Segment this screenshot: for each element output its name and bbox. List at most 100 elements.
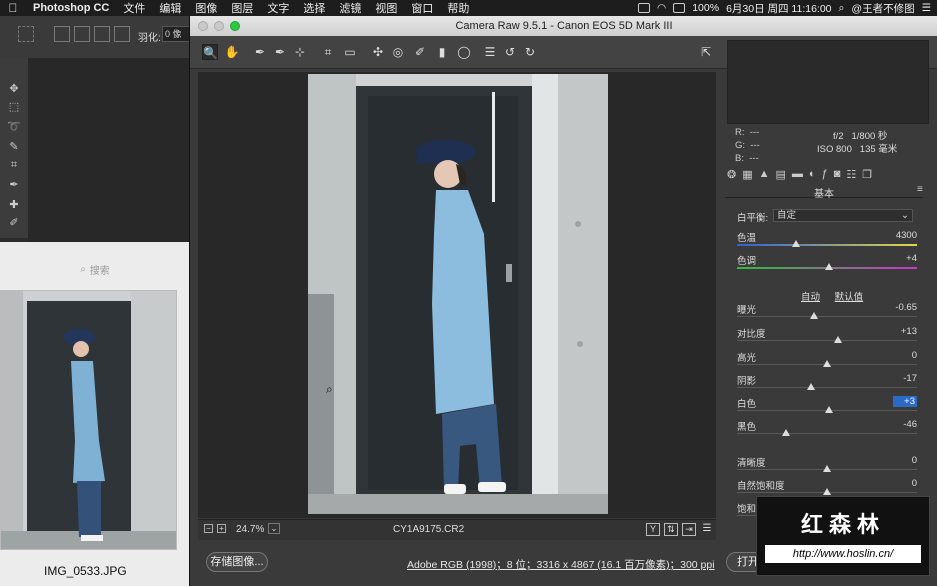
marquee-tool-icon[interactable]: ⬚ xyxy=(7,100,21,114)
apple-menu-icon[interactable]:  xyxy=(0,1,26,15)
menu-window[interactable]: 窗口 xyxy=(404,0,440,16)
battery-icon[interactable] xyxy=(673,3,686,13)
crop-tool-icon[interactable]: ⌗ xyxy=(7,158,21,172)
slider-track[interactable] xyxy=(737,433,917,434)
adjustment-brush-icon[interactable]: ✐ xyxy=(412,44,428,60)
swap-settings-icon[interactable]: ⇅ xyxy=(664,523,678,536)
slider-handle[interactable] xyxy=(781,429,790,436)
hsl-tab-icon[interactable]: ▤ xyxy=(776,168,786,181)
menu-layer[interactable]: 图层 xyxy=(224,0,260,16)
add-selection-icon[interactable] xyxy=(74,26,90,42)
toggle-settings-icon[interactable]: ☰ xyxy=(700,523,714,536)
split-toning-tab-icon[interactable]: ▬ xyxy=(792,168,803,180)
slider-value-field[interactable]: -17 xyxy=(897,373,917,384)
snapshots-tab-icon[interactable]: ❐ xyxy=(862,168,872,181)
feather-input[interactable]: 0 像素 xyxy=(162,26,190,42)
image-thumbnail[interactable] xyxy=(0,290,177,550)
slider-handle[interactable] xyxy=(792,240,801,247)
slider-handle[interactable] xyxy=(824,263,833,270)
slider-value-field[interactable]: +3 xyxy=(893,396,917,407)
slider-handle[interactable] xyxy=(806,383,815,390)
brush-tool-icon[interactable]: ✐ xyxy=(7,216,21,230)
clock[interactable]: 6月30日 周四 11:16:00 xyxy=(726,1,831,16)
slider-handle[interactable] xyxy=(833,336,842,343)
slider-value-field[interactable]: +13 xyxy=(897,326,917,337)
save-image-button[interactable]: 存储图像... xyxy=(206,552,268,572)
straighten-tool-icon[interactable]: ▭ xyxy=(342,44,358,60)
fullscreen-icon[interactable]: ⇱ xyxy=(698,44,714,60)
new-selection-icon[interactable] xyxy=(54,26,70,42)
detail-tab-icon[interactable]: ▲ xyxy=(759,168,770,180)
menu-filter[interactable]: 滤镜 xyxy=(332,0,368,16)
slider-track[interactable] xyxy=(737,387,917,388)
image-preview[interactable]: ⌕ xyxy=(198,72,716,518)
eyedropper-tool-icon[interactable]: ✒ xyxy=(7,178,21,192)
red-eye-icon[interactable]: ◎ xyxy=(390,44,406,60)
slider-track[interactable] xyxy=(737,340,917,341)
menu-view[interactable]: 视图 xyxy=(368,0,404,16)
fx-tab-icon[interactable]: ƒ xyxy=(822,168,828,180)
slider-value-field[interactable]: 0 xyxy=(897,478,917,489)
screen-icon[interactable] xyxy=(638,3,651,13)
white-balance-tool-icon[interactable]: ✒ xyxy=(252,44,268,60)
slider-value-field[interactable]: 0 xyxy=(897,455,917,466)
menu-edit[interactable]: 编辑 xyxy=(152,0,188,16)
slider-value-field[interactable]: 4300 xyxy=(896,230,917,241)
menu-app-name[interactable]: Photoshop CC xyxy=(26,2,116,14)
lens-tab-icon[interactable]: ◐ xyxy=(809,168,816,180)
wifi-icon[interactable]: ◠ xyxy=(657,2,666,14)
hand-tool-icon[interactable]: ✋ xyxy=(224,44,240,60)
subtract-selection-icon[interactable] xyxy=(94,26,110,42)
healing-tool-icon[interactable]: ✚ xyxy=(7,198,21,212)
rotate-left-icon[interactable]: ↺ xyxy=(502,44,518,60)
menu-file[interactable]: 文件 xyxy=(116,0,152,16)
zoom-in-button[interactable]: + xyxy=(217,524,226,533)
quick-select-tool-icon[interactable]: ✎ xyxy=(7,140,21,154)
zoom-tool-icon[interactable]: 🔍 xyxy=(202,44,218,60)
slider-value-field[interactable]: -46 xyxy=(897,419,917,430)
white-balance-select[interactable]: 自定 ⌄ xyxy=(773,209,913,222)
zoom-window-button[interactable] xyxy=(230,21,240,31)
search-icon[interactable]: ⌕ xyxy=(839,2,845,15)
zoom-out-button[interactable]: − xyxy=(204,524,213,533)
radial-filter-icon[interactable]: ◯ xyxy=(456,44,472,60)
presets-tab-icon[interactable]: ☷ xyxy=(846,168,856,181)
preferences-icon[interactable]: ☰ xyxy=(482,44,498,60)
spot-removal-icon[interactable]: ✣ xyxy=(370,44,386,60)
zoom-dropdown[interactable]: ⌄ xyxy=(268,523,280,534)
lasso-tool-icon[interactable]: ➰ xyxy=(7,120,21,134)
menu-image[interactable]: 图像 xyxy=(188,0,224,16)
slider-handle[interactable] xyxy=(823,360,831,367)
slider-handle[interactable] xyxy=(824,406,833,413)
slider-track[interactable] xyxy=(737,316,917,317)
intersect-selection-icon[interactable] xyxy=(114,26,130,42)
slider-value-field[interactable]: +4 xyxy=(897,253,917,264)
slider-value-field[interactable]: 0 xyxy=(897,350,917,361)
tone-curve-tab-icon[interactable]: ▦ xyxy=(742,168,752,181)
slider-value-field[interactable]: -0.65 xyxy=(895,302,917,313)
panel-menu-icon[interactable]: ≡ xyxy=(917,184,923,195)
graduated-filter-icon[interactable]: ▮ xyxy=(434,44,450,60)
camera-calibration-tab-icon[interactable]: ◙ xyxy=(834,168,841,180)
slider-handle[interactable] xyxy=(810,312,819,319)
user-name[interactable]: @王者不修图 xyxy=(851,1,914,16)
menu-select[interactable]: 选择 xyxy=(296,0,332,16)
basic-tab-icon[interactable]: ❂ xyxy=(727,168,736,181)
minimize-window-button[interactable] xyxy=(214,21,224,31)
copy-settings-icon[interactable]: ⇥ xyxy=(682,523,696,536)
before-after-y-icon[interactable]: Y xyxy=(646,523,660,536)
slider-handle[interactable] xyxy=(823,465,831,472)
slider-handle[interactable] xyxy=(823,488,831,495)
menu-type[interactable]: 文字 xyxy=(260,0,296,16)
menu-help[interactable]: 帮助 xyxy=(440,0,476,16)
slider-track[interactable] xyxy=(737,244,917,246)
list-icon[interactable]: ☰ xyxy=(922,2,931,14)
crop-tool-icon[interactable]: ⌗ xyxy=(320,44,336,60)
color-sampler-tool-icon[interactable]: ✒ xyxy=(272,44,288,60)
workflow-options-link[interactable]: Adobe RGB (1998)；8 位；3316 x 4867 (16.1 百… xyxy=(407,557,715,572)
search-field[interactable]: ⌕ 搜索 xyxy=(0,260,190,278)
close-window-button[interactable] xyxy=(198,21,208,31)
targeted-adjustment-icon[interactable]: ⊹ xyxy=(292,44,308,60)
rotate-right-icon[interactable]: ↻ xyxy=(522,44,538,60)
move-tool-icon[interactable]: ✥ xyxy=(7,82,21,96)
